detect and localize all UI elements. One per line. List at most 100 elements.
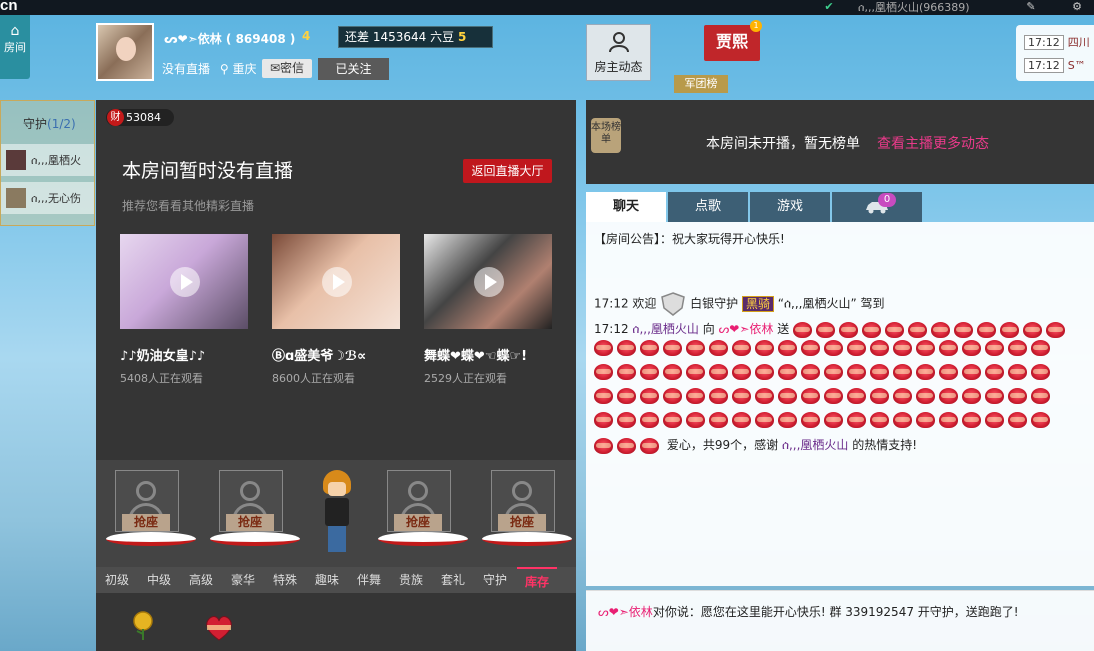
seat-slot[interactable]: 抢座 [372, 470, 468, 550]
seat-slot[interactable]: 抢座 [100, 470, 196, 550]
edit-icon[interactable]: ✎ [1024, 0, 1038, 14]
seat-zone: 抢座 抢座 抢座 抢座 [96, 460, 576, 567]
love-heart-gift-icon[interactable] [204, 615, 234, 641]
heart-gift-icon [793, 321, 813, 338]
gift-tab-active[interactable]: 库存 [517, 567, 557, 600]
grab-seat-button[interactable]: 抢座 [226, 514, 274, 531]
tab-game[interactable]: 游戏 [750, 192, 830, 222]
tab-car[interactable] [832, 192, 922, 222]
recommend-card[interactable]: Ⓑɑ盛美爷☽ℬ∝ 8600人正在观看 [272, 234, 400, 386]
current-user[interactable]: ሰ,,,凰栖火山(966389) [858, 0, 970, 15]
recommend-thumbnail[interactable] [120, 234, 248, 329]
noble-badge: 黑骑 [741, 295, 774, 312]
army-rank-button[interactable]: 军团榜 [674, 75, 728, 93]
welcome-text: 欢迎 [632, 296, 657, 311]
home-room-button[interactable]: ⌂ 房间 [0, 15, 30, 79]
wealth-badge: 财 53084 [106, 109, 174, 126]
gift-tab[interactable]: 套礼 [434, 567, 472, 593]
home-room-label: 房间 [4, 41, 26, 54]
gear-icon[interactable]: ⚙ [1070, 0, 1084, 14]
grab-seat-button[interactable]: 抢座 [394, 514, 442, 531]
gap-prefix: 还差 [345, 30, 370, 44]
heart-gift-icon [816, 321, 836, 338]
welcome-user[interactable]: “ሰ,,,凰栖火山” 驾到 [778, 297, 885, 311]
golden-rose-icon[interactable] [130, 611, 156, 641]
follow-button[interactable]: 已关注 [318, 58, 389, 80]
gift-tab[interactable]: 高级 [182, 567, 220, 593]
private-message-area: ᔕ❤➣依林对你说：愿您在这里能开心快乐! 群 339192547 开守护，送跑跑… [586, 590, 1094, 651]
recommend-card[interactable]: ♪♪奶油女皇♪♪ 5408人正在观看 [120, 234, 248, 386]
avatar [6, 188, 26, 208]
host-name: ᔕ❤➣依林 ( 869408 ) [164, 32, 296, 46]
recommend-thumbnail[interactable] [424, 234, 552, 329]
play-icon[interactable] [474, 267, 504, 297]
gift-items [96, 593, 576, 651]
schedule-row[interactable]: 17:12 S™ [1024, 58, 1086, 73]
heart-row [594, 364, 1054, 384]
mail-button[interactable]: ✉密信 [262, 59, 312, 78]
host-more-link[interactable]: 查看主播更多动态 [877, 133, 989, 153]
gift-receiver[interactable]: ᔕ❤➣依林 [719, 322, 774, 336]
heart-row [594, 388, 1054, 408]
rank-message: 本房间未开播，暂无榜单 [706, 136, 860, 152]
seat-platform [106, 532, 196, 546]
grab-seat-button[interactable]: 抢座 [122, 514, 170, 531]
gift-sender[interactable]: ሰ,,,凰栖火山 [632, 322, 699, 336]
gap-value: 1453644 [372, 30, 427, 44]
chat-message: 17:12 欢迎 白银守护 黑骑 “ሰ,,,凰栖火山” 驾到 [594, 292, 885, 316]
guard-panel: 守护(1/2) ሰ,,,凰栖火 ሰ,,,无心伤 [0, 100, 95, 226]
gift-tab[interactable]: 豪华 [224, 567, 262, 593]
tab-chat[interactable]: 聊天 [586, 192, 666, 222]
shield-check-icon[interactable]: ✔ [822, 0, 836, 14]
gift-tab[interactable]: 初级 [98, 567, 136, 593]
gift-summary-text: 爱心，共99个，感谢 [666, 438, 779, 452]
rank-tag[interactable]: 本场榜单 [591, 118, 621, 153]
host-dynamic-button[interactable]: 房主动态 [586, 24, 651, 81]
seat-slot[interactable]: 抢座 [204, 470, 300, 550]
recommend-title[interactable]: Ⓑɑ盛美爷☽ℬ∝ [272, 345, 400, 364]
gift-tab[interactable]: 伴舞 [350, 567, 388, 593]
recommend-thumbnail[interactable] [272, 234, 400, 329]
gift-summary-user[interactable]: ሰ,,,凰栖火山 [782, 438, 849, 452]
seat-slot[interactable]: 抢座 [476, 470, 572, 550]
person-icon [609, 32, 629, 53]
chat-area: 【房间公告】：祝大家玩得开心快乐! 17:12 欢迎 白银守护 黑骑 “ሰ,,,… [586, 222, 1094, 586]
flag-badge-icon: 1 [750, 20, 762, 32]
mail-label: 密信 [280, 61, 305, 75]
play-icon[interactable] [170, 267, 200, 297]
grab-seat-button[interactable]: 抢座 [498, 514, 546, 531]
recommend-title[interactable]: ♪♪奶油女皇♪♪ [120, 345, 248, 364]
site-logo[interactable]: cn [0, 0, 18, 14]
level-gap-box: 还差 1453644 六豆 5 [338, 26, 493, 48]
recommend-card[interactable]: 舞蝶❤蝶❤☜蝶☞! 2529人正在观看 [424, 234, 552, 386]
car-count-badge: 0 [878, 193, 896, 207]
gift-tab[interactable]: 趣味 [308, 567, 346, 593]
gift-send-word: 送 [777, 322, 790, 336]
heart-gift-icon [885, 321, 905, 338]
guard-member[interactable]: ሰ,,,无心伤 [1, 182, 94, 214]
gift-tab[interactable]: 特殊 [266, 567, 304, 593]
heart-gift-icon [931, 321, 951, 338]
host-avatar[interactable] [96, 23, 154, 81]
private-sender[interactable]: ᔕ❤➣依林 [598, 605, 653, 619]
play-icon[interactable] [322, 267, 352, 297]
gift-tab[interactable]: 中级 [140, 567, 178, 593]
heart-gift-icon [908, 321, 928, 338]
wealth-icon: 财 [107, 109, 124, 126]
recommend-title[interactable]: 舞蝶❤蝶❤☜蝶☞! [424, 345, 552, 364]
back-to-hall-button[interactable]: 返回直播大厅 [463, 159, 552, 183]
host-meta: 没有直播 ⚲ 重庆 [162, 60, 256, 77]
guard-title-label: 守护 [23, 117, 48, 131]
schedule-panel: 17:12 四川 17:12 S™ [1016, 25, 1094, 81]
gift-tab[interactable]: 贵族 [392, 567, 430, 593]
host-level-badge: 4 [302, 29, 311, 43]
wealth-value: 53084 [126, 111, 161, 124]
schedule-row[interactable]: 17:12 四川 [1024, 34, 1090, 50]
guard-member[interactable]: ሰ,,,凰栖火 [1, 144, 94, 176]
private-message: ᔕ❤➣依林对你说：愿您在这里能开心快乐! 群 339192547 开守护，送跑跑… [598, 603, 1019, 620]
heart-row [594, 412, 1054, 432]
tab-song[interactable]: 点歌 [668, 192, 748, 222]
no-live-title: 本房间暂时没有直播 [122, 160, 294, 182]
private-text: 对你说：愿您在这里能开心快乐! 群 339192547 开守护，送跑跑了! [652, 605, 1019, 619]
gift-tab[interactable]: 守护 [476, 567, 514, 593]
